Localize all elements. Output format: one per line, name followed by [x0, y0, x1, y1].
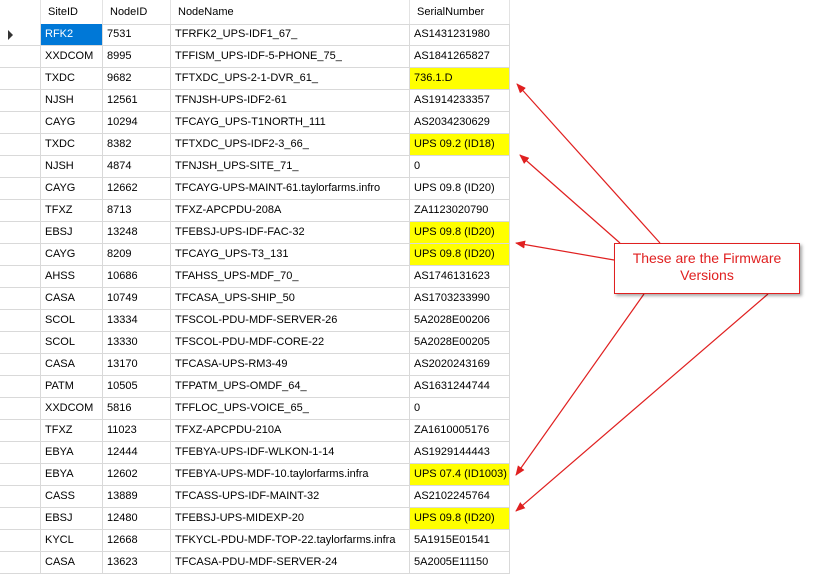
arrow-to-row-6	[519, 154, 621, 244]
callout-line-2: Versions	[680, 267, 734, 283]
firmware-callout: These are the Firmware Versions	[614, 243, 800, 294]
arrow-to-row-21	[515, 293, 645, 476]
arrow-to-row-3	[516, 83, 661, 244]
callout-line-1: These are the Firmware	[632, 250, 782, 266]
arrow-to-row-23	[515, 293, 769, 512]
arrow-to-row-10	[515, 240, 615, 261]
